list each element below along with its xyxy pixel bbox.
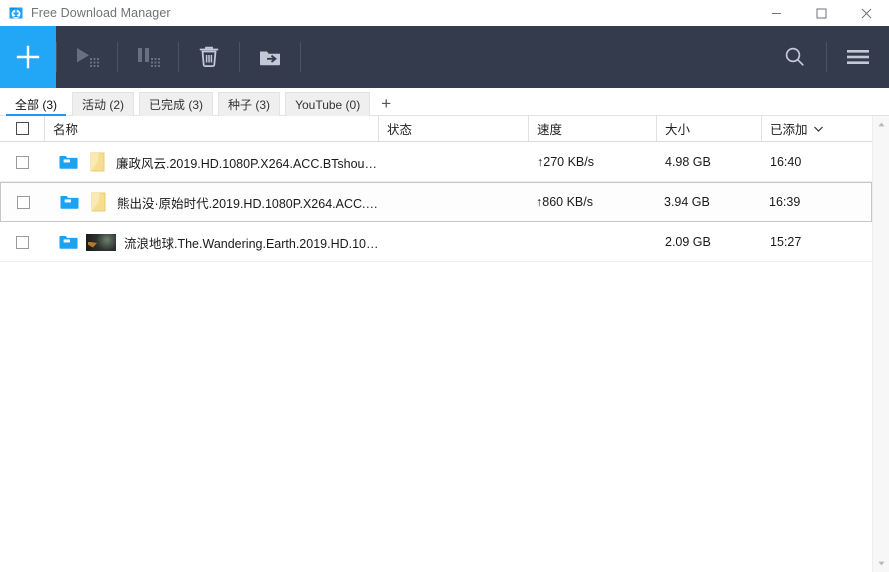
- select-all-checkbox[interactable]: [15, 122, 29, 135]
- delete-button[interactable]: [179, 26, 239, 88]
- search-button[interactable]: [764, 26, 826, 88]
- play-icon: [77, 48, 99, 67]
- row-checkbox[interactable]: [16, 235, 29, 249]
- main-toolbar: [0, 26, 889, 88]
- table-row[interactable]: 流浪地球.The.Wandering.Earth.2019.HD.1080P.X…: [0, 222, 872, 262]
- close-button[interactable]: [844, 0, 889, 26]
- move-to-folder-button[interactable]: [240, 26, 300, 88]
- row-name-label: 廉政风云.2019.HD.1080P.X264.ACC.BTshoufa[国语中…: [116, 156, 379, 171]
- row-name-label: 熊出没·原始时代.2019.HD.1080P.X264.ACC.BTshoufa…: [117, 196, 378, 211]
- column-header-name[interactable]: 名称: [45, 116, 379, 141]
- chevron-down-icon: [813, 126, 823, 132]
- add-download-button[interactable]: [0, 26, 56, 88]
- title-bar: Free Download Manager: [0, 0, 889, 26]
- row-select-cell[interactable]: [1, 195, 46, 209]
- window-controls: [754, 0, 889, 26]
- row-name-cell: 流浪地球.The.Wandering.Earth.2019.HD.1080P.X…: [45, 233, 379, 252]
- scroll-down-arrow-icon[interactable]: [873, 555, 889, 572]
- filter-tab-bar: 全部 (3) 活动 (2) 已完成 (3) 种子 (3) YouTube (0)…: [0, 88, 889, 116]
- column-header-added[interactable]: 已添加: [762, 116, 872, 141]
- tab-youtube[interactable]: YouTube (0): [285, 92, 371, 116]
- pause-icon: [138, 48, 160, 67]
- tab-all[interactable]: 全部 (3): [5, 92, 68, 116]
- column-header-speed[interactable]: 速度: [529, 116, 657, 141]
- tab-torrents[interactable]: 种子 (3): [218, 92, 281, 116]
- row-checkbox[interactable]: [16, 155, 29, 169]
- main-menu-button[interactable]: [827, 26, 889, 88]
- hamburger-menu-icon: [847, 50, 869, 64]
- row-name-cell: 熊出没·原始时代.2019.HD.1080P.X264.ACC.BTshoufa…: [46, 191, 378, 213]
- scrollbar-track[interactable]: [873, 133, 889, 555]
- row-added-cell: 15:27: [770, 235, 802, 249]
- row-name-cell: 廉政风云.2019.HD.1080P.X264.ACC.BTshoufa[国语中…: [45, 151, 379, 173]
- yellow-folder-thumb: [86, 151, 108, 173]
- download-arrow-icon: [8, 5, 24, 21]
- table-body: 廉政风云.2019.HD.1080P.X264.ACC.BTshoufa[国语中…: [0, 142, 872, 572]
- trash-icon: [199, 46, 219, 67]
- select-all-header[interactable]: [0, 116, 45, 141]
- start-all-button[interactable]: [57, 26, 117, 88]
- row-checkbox[interactable]: [17, 195, 30, 209]
- table-row[interactable]: 廉政风云.2019.HD.1080P.X264.ACC.BTshoufa[国语中…: [0, 142, 872, 182]
- row-name-label: 流浪地球.The.Wandering.Earth.2019.HD.1080P.X…: [124, 236, 379, 251]
- tab-completed[interactable]: 已完成 (3): [139, 92, 214, 116]
- folder-arrow-icon: [260, 51, 280, 66]
- toolbar-right-group: [764, 26, 889, 88]
- maximize-button[interactable]: [799, 0, 844, 26]
- plus-icon: [16, 45, 40, 69]
- row-speed-cell: ↑860 KB/s: [536, 195, 593, 209]
- row-added-cell: 16:40: [770, 155, 802, 169]
- row-speed-cell: ↑270 KB/s: [537, 155, 594, 169]
- table-row[interactable]: 熊出没·原始时代.2019.HD.1080P.X264.ACC.BTshoufa…: [0, 182, 872, 222]
- title-bar-left: Free Download Manager: [0, 5, 171, 21]
- row-size-cell: 4.98 GB: [665, 155, 711, 169]
- row-size-cell: 2.09 GB: [665, 235, 711, 249]
- blue-folder-icon: [59, 154, 78, 170]
- app-title: Free Download Manager: [31, 6, 171, 20]
- video-thumb: [86, 233, 116, 251]
- row-select-cell[interactable]: [0, 235, 45, 249]
- search-icon: [785, 47, 804, 66]
- column-header-added-label: 已添加: [770, 123, 808, 137]
- column-header-state[interactable]: 状态: [379, 116, 529, 141]
- row-select-cell[interactable]: [0, 155, 45, 169]
- yellow-folder-thumb: [87, 191, 109, 213]
- blue-folder-icon: [59, 234, 78, 250]
- downloads-table: 名称 状态 速度 大小 已添加 廉政风云.2019.HD.1080P.X264.…: [0, 116, 872, 572]
- row-added-cell: 16:39: [769, 195, 801, 209]
- tab-active[interactable]: 活动 (2): [72, 92, 135, 116]
- blue-folder-icon: [60, 194, 79, 210]
- column-header-size[interactable]: 大小: [657, 116, 762, 141]
- table-header-row: 名称 状态 速度 大小 已添加: [0, 116, 872, 142]
- pause-all-button[interactable]: [118, 26, 178, 88]
- add-tab-button[interactable]: +: [375, 92, 397, 116]
- vertical-scrollbar[interactable]: [872, 116, 889, 572]
- minimize-button[interactable]: [754, 0, 799, 26]
- scroll-up-arrow-icon[interactable]: [873, 116, 889, 133]
- downloads-area: 名称 状态 速度 大小 已添加 廉政风云.2019.HD.1080P.X264.…: [0, 116, 889, 572]
- row-size-cell: 3.94 GB: [664, 195, 710, 209]
